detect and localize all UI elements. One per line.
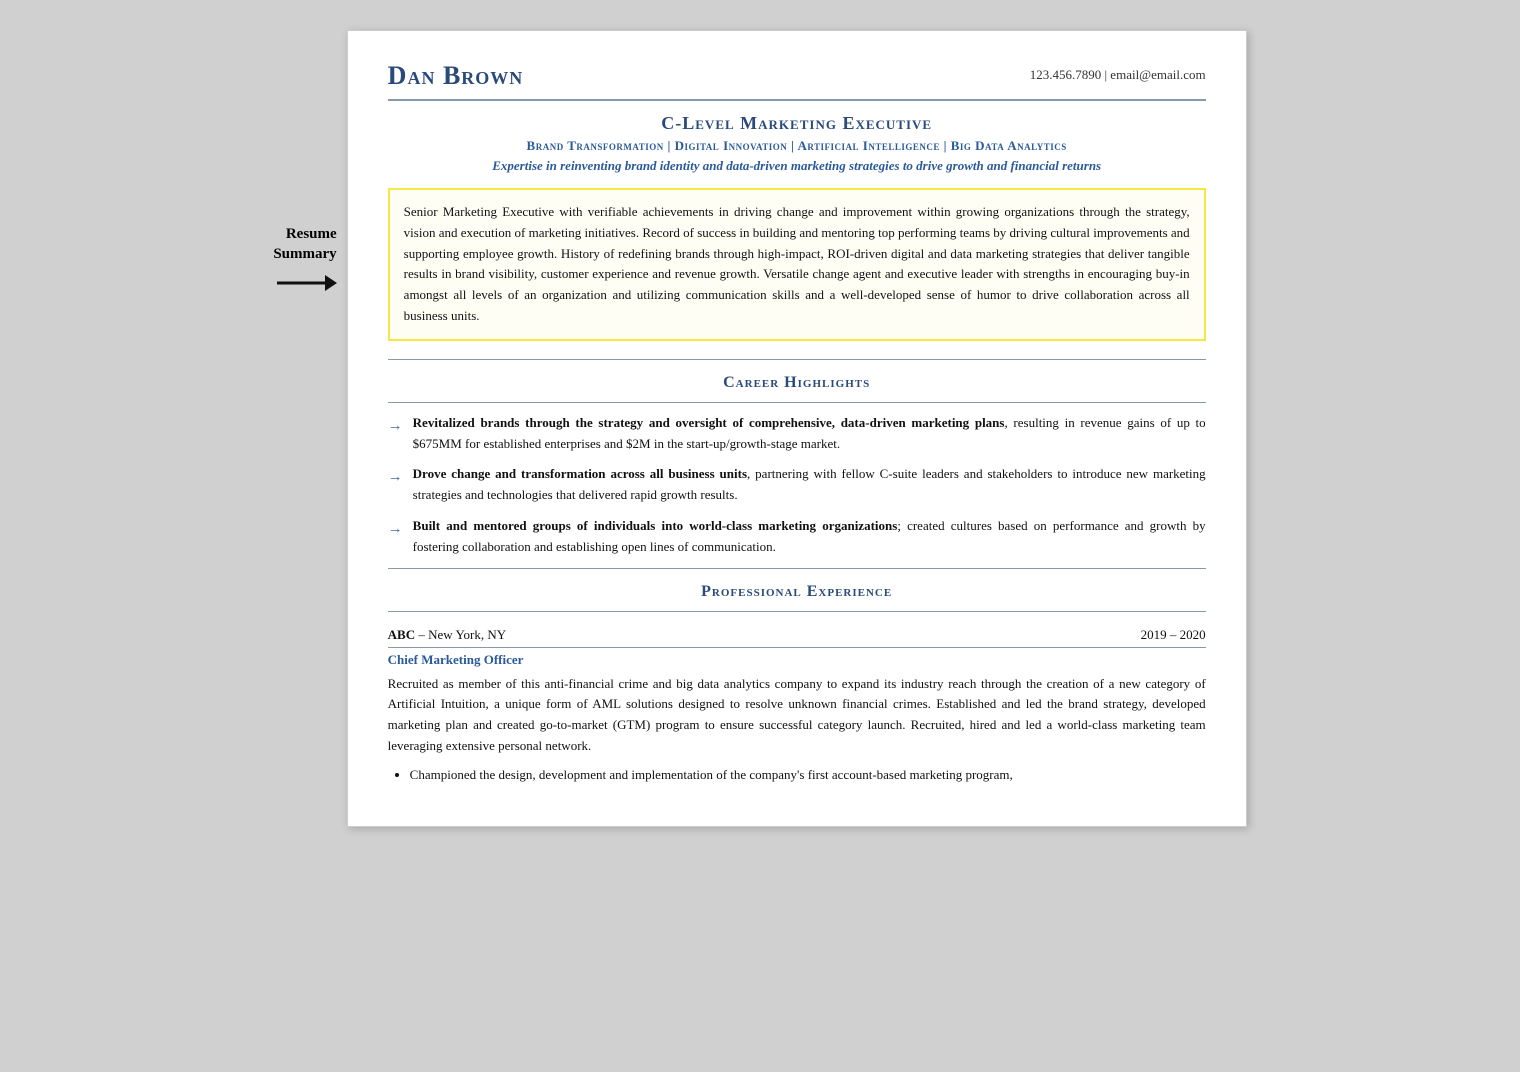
highlights-divider-top [388,359,1206,360]
exp-divider-bottom [388,611,1206,612]
job-bullets: Championed the design, development and i… [388,765,1206,786]
company-name: ABC [388,627,415,642]
job-header-row: ABC – New York, NY 2019 – 2020 [388,626,1206,644]
sidebar-arrow [277,268,337,303]
resume-header: Dan Brown 123.456.7890 | email@email.com [388,61,1206,101]
highlight-bold-3: Built and mentored groups of individuals… [413,518,898,533]
job-dates: 2019 – 2020 [1141,627,1206,643]
highlights-list: → Revitalized brands through the strateg… [388,413,1206,558]
professional-experience-section: Professional Experience ABC – New York, … [388,568,1206,786]
resume-summary-box: Senior Marketing Executive with verifiab… [388,188,1206,341]
sidebar-annotation: Resume Summary [273,225,336,303]
contact-info: 123.456.7890 | email@email.com [1030,67,1206,83]
bullet-arrow-1: → [388,414,403,438]
summary-text: Senior Marketing Executive with verifiab… [404,204,1190,323]
highlights-header: Career Highlights [388,374,1206,392]
company-location: – New York, NY [415,627,506,642]
exp-divider-top [388,568,1206,569]
resume-document: Dan Brown 123.456.7890 | email@email.com… [347,30,1247,827]
job-title: C-Level Marketing Executive [388,113,1206,134]
highlight-item-1: Revitalized brands through the strategy … [413,413,1206,455]
bullet-text-1: Championed the design, development and i… [410,767,1013,782]
exp-header-block: Professional Experience [388,583,1206,601]
highlights-divider-bottom [388,402,1206,403]
bullet-arrow-2: → [388,465,403,489]
highlight-item-3: Built and mentored groups of individuals… [413,516,1206,558]
highlight-item-2: Drove change and transformation across a… [413,464,1206,506]
expertise-line: Expertise in reinventing brand identity … [388,158,1206,174]
list-item: → Drove change and transformation across… [388,464,1206,506]
highlight-bold-2: Drove change and transformation across a… [413,466,747,481]
exp-section-title: Professional Experience [701,583,892,600]
list-item: → Revitalized brands through the strateg… [388,413,1206,455]
job-underline [388,647,1206,648]
specialties: Brand Transformation | Digital Innovatio… [388,138,1206,154]
bullet-arrow-3: → [388,517,403,541]
sidebar-label-text: Resume Summary [273,225,336,264]
title-section: C-Level Marketing Executive Brand Transf… [388,113,1206,174]
career-highlights-section: Career Highlights → Revitalized brands t… [388,359,1206,558]
candidate-name: Dan Brown [388,61,524,91]
highlight-bold-1: Revitalized brands through the strategy … [413,415,1005,430]
bullet-item: Championed the design, development and i… [410,765,1206,786]
job-description: Recruited as member of this anti-financi… [388,674,1206,757]
job-role: Chief Marketing Officer [388,652,1206,668]
list-item: → Built and mentored groups of individua… [388,516,1206,558]
page-wrapper: Resume Summary Dan Brown 123.456.7890 | … [273,30,1246,827]
job-company: ABC – New York, NY [388,626,506,644]
highlights-title: Career Highlights [723,374,870,391]
